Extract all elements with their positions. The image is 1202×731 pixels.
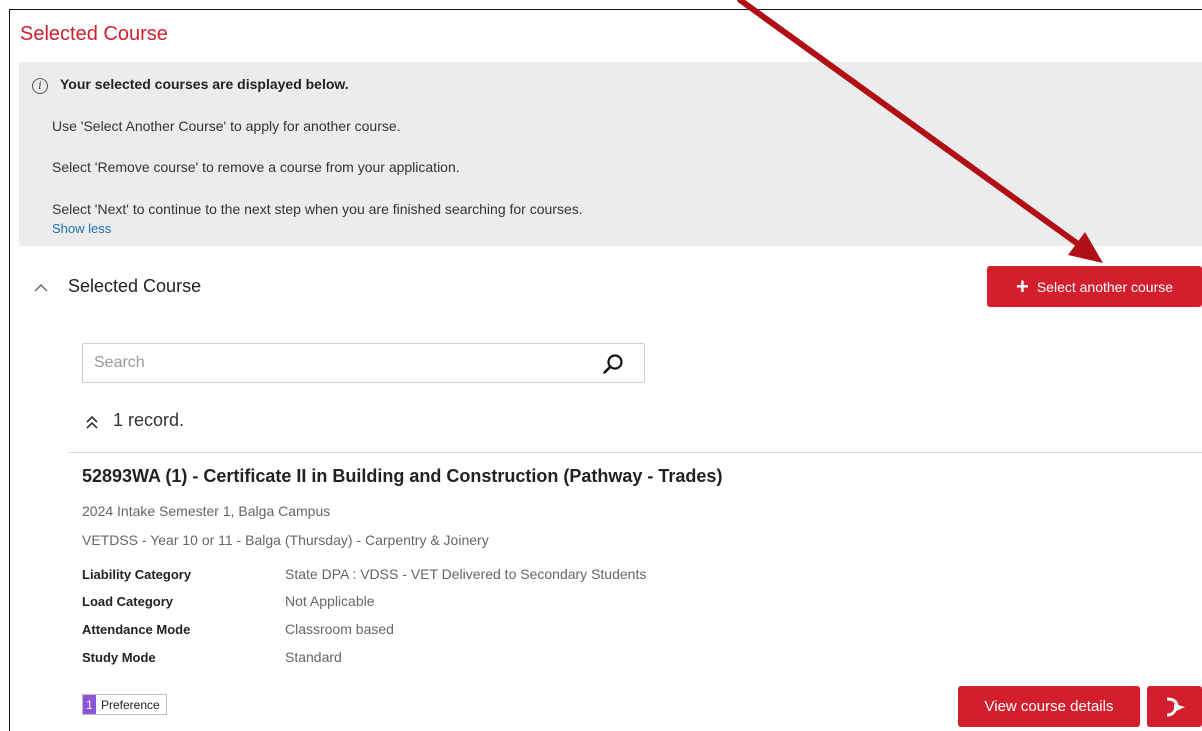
preference-badge: 1 Preference <box>82 694 167 715</box>
select-another-course-label: Select another course <box>1036 278 1174 295</box>
show-less-link[interactable]: Show less <box>52 221 111 236</box>
double-chevron-up-icon[interactable] <box>84 414 100 430</box>
detail-label-study-mode: Study Mode <box>82 650 156 665</box>
detail-value-attendance-mode: Classroom based <box>285 621 394 637</box>
course-intake: 2024 Intake Semester 1, Balga Campus <box>82 503 331 519</box>
detail-value-study-mode: Standard <box>285 649 342 665</box>
plus-icon: + <box>1015 273 1029 299</box>
info-icon: i <box>32 78 48 94</box>
info-heading: Your selected courses are displayed belo… <box>60 76 349 92</box>
course-stream: VETDSS - Year 10 or 11 - Balga (Thursday… <box>82 532 489 548</box>
preference-number: 1 <box>83 695 96 714</box>
detail-label-attendance-mode: Attendance Mode <box>82 622 191 637</box>
course-title: 52893WA (1) - Certificate II in Building… <box>82 466 723 486</box>
search-box <box>82 343 645 383</box>
chevron-up-icon[interactable] <box>32 279 50 297</box>
detail-label-liability-category: Liability Category <box>82 567 192 582</box>
info-panel: i Your selected courses are displayed be… <box>19 62 1202 246</box>
search-icon[interactable] <box>602 353 624 375</box>
detail-value-liability-category: State DPA : VDSS - VET Delivered to Seco… <box>285 566 647 582</box>
info-line: Select 'Next' to continue to the next st… <box>52 201 583 217</box>
detail-label-load-category: Load Category <box>82 594 174 609</box>
record-count: 1 record. <box>113 410 185 430</box>
exit-arrow-button[interactable] <box>1147 686 1202 727</box>
divider <box>68 452 1202 453</box>
view-course-details-button[interactable]: View course details <box>958 686 1140 727</box>
section-title: Selected Course <box>68 276 202 296</box>
exit-arrow-icon <box>1166 697 1185 716</box>
info-line: Select 'Remove course' to remove a cours… <box>52 159 460 175</box>
preference-label: Preference <box>101 697 160 712</box>
info-line: Use 'Select Another Course' to apply for… <box>52 118 401 134</box>
select-another-course-button[interactable]: + Select another course <box>987 266 1202 307</box>
search-input[interactable] <box>83 344 583 382</box>
page-title: Selected Course <box>20 23 168 45</box>
detail-value-load-category: Not Applicable <box>285 593 375 609</box>
